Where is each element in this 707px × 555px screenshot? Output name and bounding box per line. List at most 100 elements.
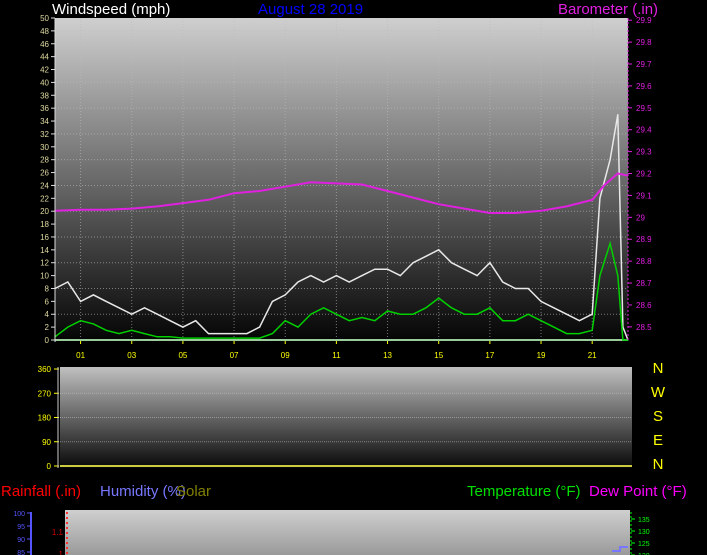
- barometer-point: [182, 202, 184, 204]
- y-tick-label: 44: [40, 53, 49, 62]
- gust-point: [386, 268, 389, 270]
- average-wind-point: [182, 337, 184, 339]
- compass-label: W: [651, 384, 666, 401]
- x-tick-label: 17: [485, 351, 494, 360]
- direction-tick-label: 0: [47, 462, 52, 471]
- barometer-point: [335, 182, 337, 184]
- y2-tick-label: 29.9: [636, 16, 652, 25]
- gust-point: [502, 281, 504, 283]
- average-wind-point: [322, 307, 325, 309]
- temp-tick-label: 125: [638, 541, 650, 548]
- compass-label: E: [653, 432, 663, 449]
- gust-point: [297, 281, 299, 283]
- y2-tick-label: 28.5: [636, 323, 652, 332]
- average-wind-point: [514, 320, 517, 322]
- average-wind-point: [169, 336, 171, 338]
- average-wind-point: [271, 332, 274, 335]
- gust-point: [105, 300, 107, 302]
- y-tick-label: 26: [40, 169, 49, 178]
- y-tick-label: 50: [40, 14, 49, 23]
- average-wind-point: [463, 313, 465, 315]
- temperature-label: Temperature (°F): [467, 483, 581, 500]
- average-wind-point: [310, 313, 312, 315]
- gust-point: [67, 281, 69, 283]
- gust-point: [599, 197, 601, 199]
- average-wind-point: [399, 313, 401, 315]
- rain-tick-label: 1.1: [52, 528, 64, 537]
- y2-tick-label: 28.9: [636, 235, 652, 244]
- average-wind-point: [599, 275, 601, 277]
- barometer-point: [361, 183, 363, 186]
- gust-point: [476, 275, 478, 277]
- compass-label: S: [653, 408, 663, 425]
- y-tick-label: 4: [45, 310, 50, 319]
- gust-point: [143, 307, 146, 309]
- temp-tick-label: 130: [638, 529, 650, 536]
- gust-point: [92, 294, 94, 296]
- gust-point: [374, 268, 376, 270]
- barometer-point: [105, 209, 107, 211]
- x-tick-label: 03: [127, 351, 136, 360]
- average-wind-point: [92, 323, 94, 325]
- average-wind-point: [156, 336, 158, 338]
- barometer-point: [259, 190, 261, 192]
- average-wind-point: [617, 275, 619, 277]
- gust-point: [617, 114, 619, 116]
- gust-point: [361, 275, 363, 277]
- average-wind-point: [476, 313, 478, 315]
- direction-tick-label: 180: [38, 414, 52, 423]
- direction-tick-label: 90: [42, 438, 51, 447]
- barometer-point: [79, 209, 82, 211]
- x-tick-label: 05: [178, 351, 187, 360]
- average-wind-point: [67, 326, 69, 328]
- y-tick-label: 24: [40, 181, 49, 190]
- gust-point: [527, 287, 529, 290]
- average-wind-point: [527, 313, 529, 315]
- y-tick-label: 30: [40, 143, 49, 152]
- y2-tick-label: 29.7: [636, 60, 652, 69]
- windspeed-label: Windspeed (mph): [52, 1, 170, 18]
- barometer-point: [566, 205, 568, 207]
- gust-point: [578, 320, 580, 322]
- x-tick-label: 01: [76, 351, 85, 360]
- barometer-point: [207, 199, 210, 201]
- weather-graph: Windspeed (mph) August 28 2019 Barometer…: [1, 1, 687, 555]
- gust-point: [425, 255, 427, 257]
- barometer-point: [233, 192, 235, 194]
- y2-tick-label: 29.8: [636, 38, 652, 47]
- y-tick-label: 2: [45, 323, 50, 332]
- gust-point: [284, 294, 286, 296]
- y-tick-label: 46: [40, 40, 49, 49]
- x-tick-label: 07: [230, 351, 239, 360]
- gust-point: [591, 313, 593, 315]
- average-wind-point: [412, 313, 414, 315]
- gust-point: [156, 313, 158, 315]
- y2-tick-label: 29.1: [636, 191, 652, 200]
- gust-point: [118, 307, 120, 309]
- y-tick-label: 20: [40, 207, 49, 216]
- gust-point: [259, 326, 261, 328]
- y-tick-label: 16: [40, 233, 49, 242]
- gust-point: [182, 326, 184, 328]
- average-wind-point: [450, 307, 453, 309]
- gust-point: [514, 287, 517, 290]
- barometer-point: [463, 207, 465, 210]
- barometer-point: [514, 212, 517, 214]
- average-wind-point: [207, 337, 210, 339]
- humidity-tick-label: 100: [13, 511, 25, 518]
- barometer-point: [617, 172, 619, 175]
- y2-tick-label: 29.5: [636, 104, 652, 113]
- compass-label: N: [653, 360, 664, 377]
- average-wind-point: [502, 320, 504, 322]
- gust-point: [195, 320, 197, 322]
- bottom-legend: Rainfall (.in) Humidity (%) Solar Temper…: [1, 483, 687, 500]
- gust-point: [553, 307, 555, 309]
- gust-point: [489, 262, 491, 264]
- lower-plot-area: [65, 510, 630, 555]
- average-wind-point: [361, 316, 363, 319]
- average-wind-point: [195, 337, 197, 339]
- gust-point: [207, 332, 210, 335]
- y2-tick-label: 28.8: [636, 257, 652, 266]
- humidity-tick-label: 85: [17, 550, 25, 555]
- barometer-point: [591, 199, 593, 201]
